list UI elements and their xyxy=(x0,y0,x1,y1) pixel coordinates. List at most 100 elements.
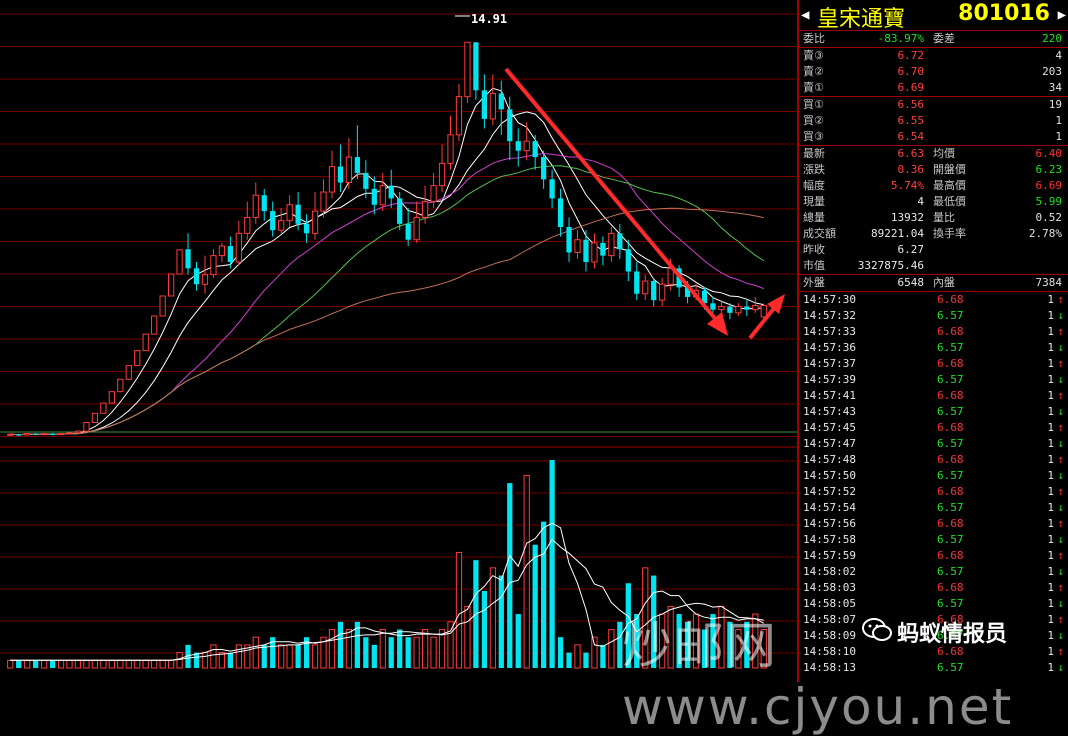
stat-label: 最新 xyxy=(803,147,825,160)
neipan-value: 7384 xyxy=(1035,276,1063,289)
arrow-down-icon: ↓ xyxy=(1057,309,1064,322)
volume-bar xyxy=(388,637,394,668)
tick-time: 14:57:59 xyxy=(803,549,856,562)
volume-bar xyxy=(455,551,463,669)
tick-time: 14:58:02 xyxy=(803,565,856,578)
arrow-down-icon: ↓ xyxy=(1057,565,1064,578)
volume-bar xyxy=(7,659,14,669)
tick-row: 14:57:43 6.57 1 ↓ xyxy=(799,404,1068,420)
tick-time: 14:57:41 xyxy=(803,389,856,402)
candle-body xyxy=(430,185,437,203)
stat-value: 5.74% xyxy=(890,179,924,192)
candle-body xyxy=(320,191,327,212)
tick-row: 14:57:37 6.68 1 ↑ xyxy=(799,356,1068,372)
stat-value: 89221.04 xyxy=(871,227,924,240)
volume-bar xyxy=(608,628,615,669)
volume-bar xyxy=(507,483,513,668)
volume-bar xyxy=(498,575,504,668)
buy-row: 買① 6.56 19 xyxy=(799,97,1068,113)
tick-row: 14:57:48 6.68 1 ↑ xyxy=(799,452,1068,468)
prev-arrow-icon[interactable]: ◀ xyxy=(801,7,809,23)
buy-qty: 19 xyxy=(1048,98,1062,111)
stat-label: 市值 xyxy=(803,259,825,272)
stat-label: 漲跌 xyxy=(803,163,825,176)
candle-body xyxy=(397,198,403,224)
arrow-up-icon: ↑ xyxy=(1057,357,1064,370)
candle-body xyxy=(541,157,547,180)
tick-time: 14:57:56 xyxy=(803,517,856,530)
tick-qty: 1 xyxy=(1047,565,1054,578)
stat-row: 市值 3327875.46 xyxy=(799,258,1068,274)
volume-bar xyxy=(142,659,149,669)
candle-body xyxy=(591,242,598,263)
candle-body xyxy=(49,433,56,435)
candle-body xyxy=(185,249,191,269)
volume-bar xyxy=(371,644,377,668)
buy-price: 6.55 xyxy=(897,114,925,127)
stat-label: 換手率 xyxy=(933,227,966,240)
candle-body xyxy=(532,141,538,158)
next-arrow-icon[interactable]: ▶ xyxy=(1058,7,1066,23)
tick-time: 14:57:45 xyxy=(803,421,856,434)
kline-chart[interactable]: 14.91 xyxy=(0,0,797,682)
tick-row: 14:57:54 6.57 1 ↓ xyxy=(799,500,1068,516)
candle-body xyxy=(261,195,267,212)
buy-qty: 1 xyxy=(1055,130,1062,143)
candle-body xyxy=(735,305,742,314)
volume-bar xyxy=(261,644,267,668)
arrow-up-icon: ↑ xyxy=(1057,485,1064,498)
candle-body xyxy=(295,204,301,224)
tick-price: 6.68 xyxy=(937,485,964,498)
candle-body xyxy=(125,365,132,380)
stat-label: 量比 xyxy=(933,211,955,224)
volume-bar xyxy=(74,659,82,669)
weicha-label: 委差 xyxy=(933,32,955,45)
stat-label: 總量 xyxy=(803,211,825,224)
tick-price: 6.57 xyxy=(937,373,964,386)
candle-body xyxy=(201,274,209,285)
candle-body xyxy=(33,433,39,435)
candle-body xyxy=(159,295,166,317)
tick-row: 14:57:36 6.57 1 ↓ xyxy=(799,340,1068,356)
candle-body xyxy=(66,432,73,435)
tick-price: 6.68 xyxy=(937,389,964,402)
tick-price: 6.57 xyxy=(937,405,964,418)
tick-price: 6.68 xyxy=(937,517,964,530)
candle-body xyxy=(523,140,530,152)
sell-row: 賣② 6.70 203 xyxy=(799,64,1068,80)
tick-price: 6.57 xyxy=(937,341,964,354)
arrow-up-icon: ↑ xyxy=(1057,389,1064,402)
candle-body xyxy=(498,93,504,110)
arrow-up-icon: ↑ xyxy=(1057,421,1064,434)
candle-body xyxy=(278,220,285,231)
volume-bar xyxy=(591,636,598,669)
candle-body xyxy=(57,433,65,436)
candle-body xyxy=(710,303,716,310)
stat-row: 成交額 89221.04 換手率 2.78% xyxy=(799,226,1068,242)
sell-orders: 賣③ 6.72 4 賣② 6.70 203 賣① 6.69 34 xyxy=(799,48,1068,97)
volume-bar xyxy=(49,660,56,668)
arrow-down-icon: ↓ xyxy=(1057,405,1064,418)
stat-value: 6.27 xyxy=(897,243,925,256)
volume-bar xyxy=(286,644,293,669)
candle-body xyxy=(40,433,48,436)
tick-row: 14:57:41 6.68 1 ↑ xyxy=(799,388,1068,404)
volume-bar xyxy=(57,659,65,669)
sell-price: 6.72 xyxy=(897,49,925,62)
candle-body xyxy=(634,271,640,294)
tick-qty: 1 xyxy=(1047,581,1054,594)
tick-qty: 1 xyxy=(1047,485,1054,498)
tick-price: 6.68 xyxy=(937,549,964,562)
volume-bar xyxy=(201,652,209,669)
buy-row: 買② 6.55 1 xyxy=(799,113,1068,129)
tick-row: 14:58:02 6.57 1 ↓ xyxy=(799,564,1068,580)
tick-qty: 1 xyxy=(1047,325,1054,338)
buy-price: 6.54 xyxy=(897,130,925,143)
candle-body xyxy=(328,166,336,193)
arrow-up-icon: ↑ xyxy=(1057,453,1064,466)
tick-row: 14:57:56 6.68 1 ↑ xyxy=(799,516,1068,532)
tick-qty: 1 xyxy=(1047,501,1054,514)
stat-row: 漲跌 0.36 開盤價 6.23 xyxy=(799,162,1068,178)
tick-price: 6.57 xyxy=(937,565,964,578)
tick-price: 6.57 xyxy=(937,469,964,482)
